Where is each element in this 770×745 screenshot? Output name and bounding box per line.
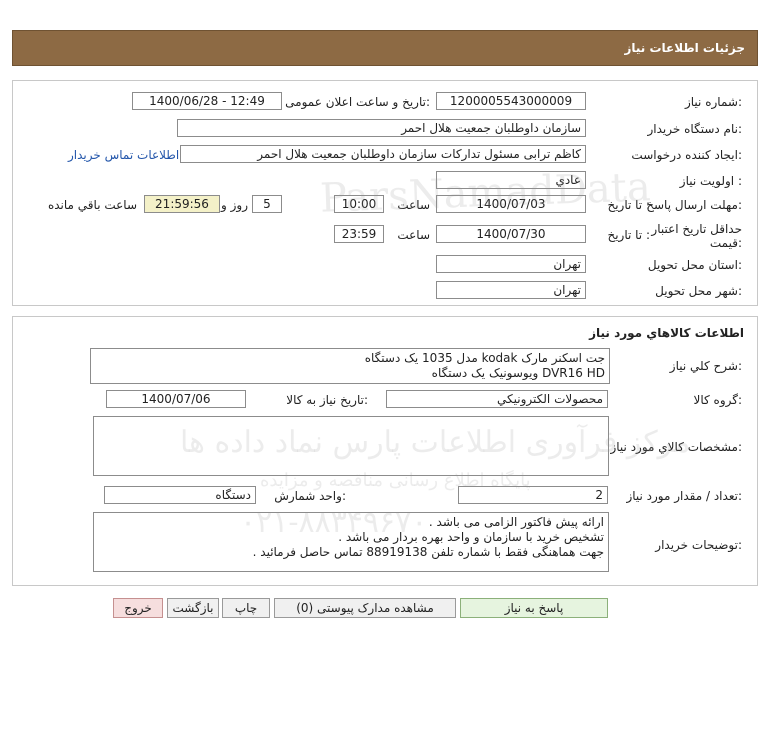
province-label: استان محل تحویل:	[647, 258, 742, 272]
qty-label: تعداد / مقدار مورد نياز:	[626, 489, 742, 503]
summary-field: جت اسکنر مارک kodak مدل 1035 یک دستگاه D…	[90, 348, 610, 384]
validity-time-field: 23:59	[334, 225, 384, 243]
days-label: روز و	[221, 198, 248, 212]
buyer-org-field: سازمان داوطلبان جمعیت هلال احمر	[177, 119, 586, 137]
validity-date-field: 1400/07/30	[436, 225, 586, 243]
notes-line-3: جهت هماهنگی فقط با شماره تلفن 88919138 ت…	[252, 545, 604, 559]
watermark-line-4: ۰۲۱-۸۸۳۴۹۶۷۰	[240, 505, 428, 540]
goods-section-title: اطلاعات کالاهاي مورد نياز	[589, 326, 744, 340]
need-date-field: 1400/07/06	[106, 390, 246, 408]
need-date-label: تاریخ نیاز به کالا:	[286, 393, 368, 407]
group-field: محصولات الكترونيكي	[386, 390, 608, 408]
notes-label: توضیحات خریدار:	[655, 538, 742, 552]
announce-label: تاریخ و ساعت اعلان عمومی:	[285, 95, 430, 109]
page-title: جزئیات اطلاعات نیاز	[624, 41, 745, 55]
city-field: تهران	[436, 281, 586, 299]
city-label: شهر محل تحویل:	[655, 284, 742, 298]
reply-button[interactable]: پاسخ به نیاز	[460, 598, 608, 618]
priority-label: اولویت نیاز :	[679, 174, 742, 188]
remaining-time-field: 21:59:56	[144, 195, 220, 213]
attachments-button[interactable]: مشاهده مدارک پیوستی (0)	[274, 598, 456, 618]
summary-label: شرح کلي نياز:	[669, 359, 742, 373]
validity-time-label: ساعت	[397, 228, 430, 242]
back-button[interactable]: بازگشت	[167, 598, 219, 618]
need-number-label: شماره نیاز:	[684, 95, 742, 109]
need-number-field: 1200005543000009	[436, 92, 586, 110]
print-button[interactable]: چاپ	[222, 598, 270, 618]
unit-label: واحد شمارش:	[274, 489, 346, 503]
group-label: گروه کالا:	[693, 393, 743, 407]
contact-info-link[interactable]: اطلاعات تماس خریدار	[68, 148, 179, 162]
province-field: تهران	[436, 255, 586, 273]
announce-field: 1400/06/28 - 12:49	[132, 92, 282, 110]
days-field: 5	[252, 195, 282, 213]
watermark-line-2: مرکز فرآوری اطلاعات پارس نماد داده ها	[180, 425, 691, 460]
validity-to-label: تا تاریخ :	[607, 228, 650, 242]
creator-field: کاظم ترابی مسئول تدارکات سازمان داوطلبان…	[180, 145, 586, 163]
watermark-line-3: پایگاه اطلاع رسانی مناقصه و مزایده	[260, 470, 531, 491]
deadline-label: مهلت ارسال پاسخ:	[646, 198, 742, 212]
unit-field: دستگاه	[104, 486, 256, 504]
buyer-org-label: نام دستگاه خریدار:	[647, 122, 743, 136]
summary-line-2: DVR16 HD ویوسونیک یک دستگاه	[431, 366, 605, 380]
summary-line-1: جت اسکنر مارک kodak مدل 1035 یک دستگاه	[364, 351, 605, 365]
exit-button[interactable]: خروج	[113, 598, 163, 618]
page-header: جزئیات اطلاعات نیاز	[12, 30, 758, 66]
creator-label: ایجاد کننده درخواست:	[631, 148, 742, 162]
remaining-label: ساعت باقي مانده	[47, 198, 137, 212]
